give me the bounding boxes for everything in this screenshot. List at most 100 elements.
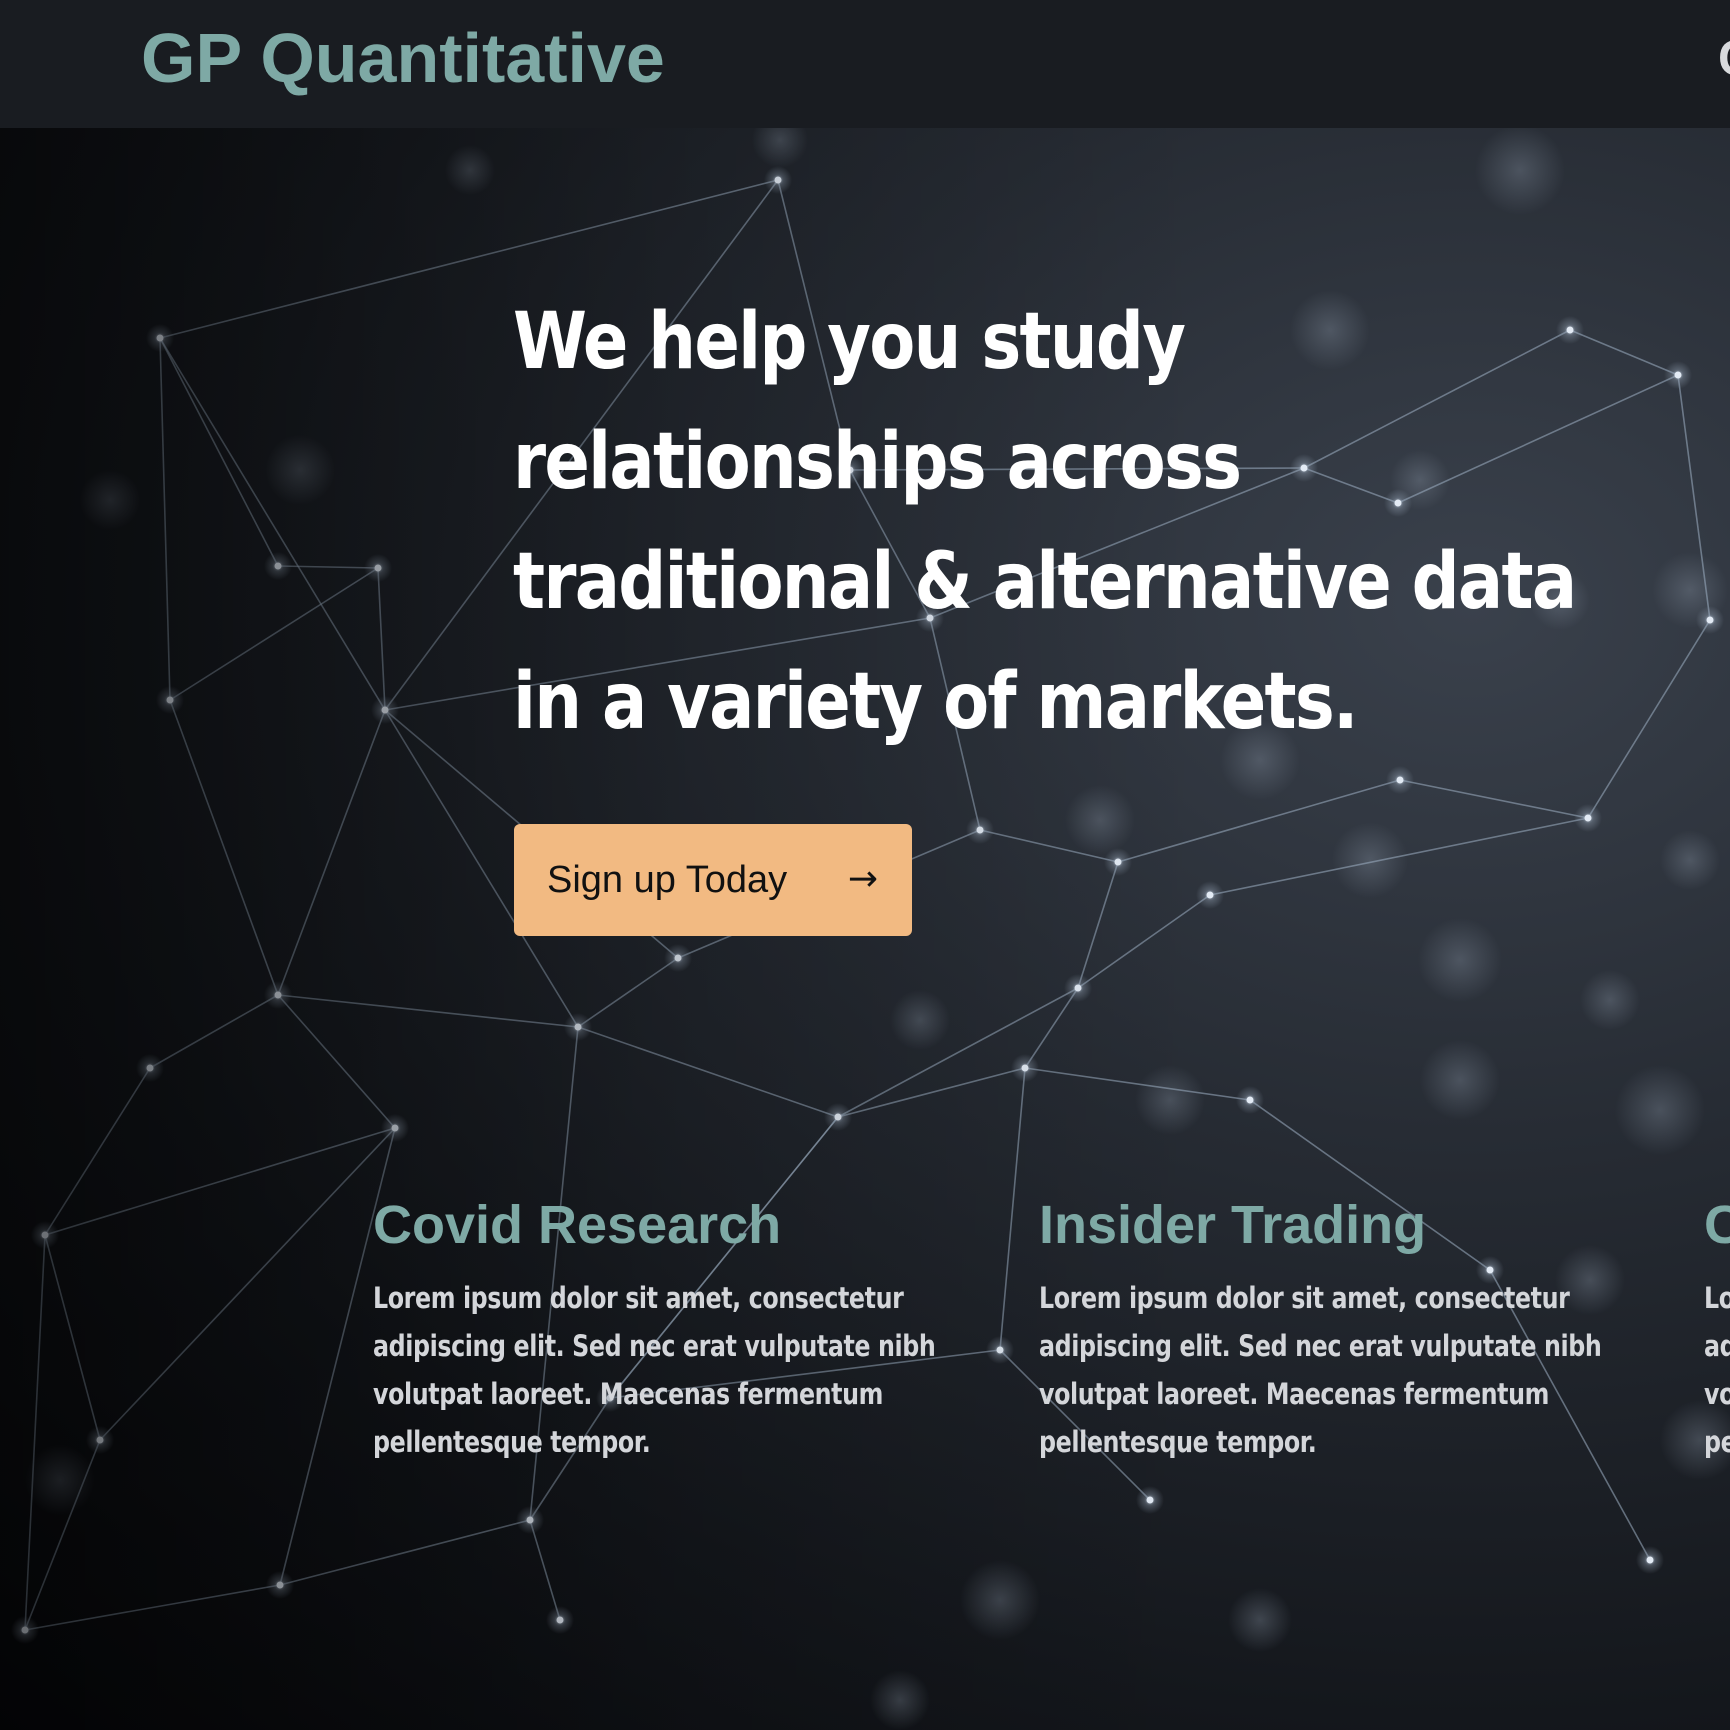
feature-description-line: ad: [1704, 1329, 1730, 1363]
network-edge: [1024, 987, 1079, 1069]
network-edge: [169, 567, 379, 701]
network-edge: [277, 709, 386, 996]
network-edge: [277, 565, 379, 569]
network-node: [1706, 616, 1714, 624]
hero-headline-line: We help you study: [513, 297, 1186, 387]
network-edge: [837, 987, 1079, 1118]
bokeh-light: [1228, 1588, 1292, 1652]
bokeh-light: [80, 470, 140, 530]
feature-description-line: pellentesque tempor.: [373, 1425, 651, 1459]
feature-description-line: Lorem ipsum dolor sit amet, consectetur: [1039, 1281, 1570, 1315]
network-edge: [149, 994, 279, 1069]
bokeh-light: [1420, 1040, 1500, 1120]
feature-covid-research: Covid Research Lorem ipsum dolor sit ame…: [373, 1190, 973, 1466]
network-node: [574, 1023, 582, 1031]
feature-description: Lorem ipsum dolor sit amet, consectetur …: [1039, 1274, 1602, 1466]
network-edge: [44, 1067, 151, 1236]
bokeh-light: [1475, 125, 1565, 215]
feature-title[interactable]: Insider Trading: [1039, 1190, 1639, 1260]
network-edge: [277, 994, 396, 1129]
network-edge: [159, 337, 386, 711]
network-edge: [1077, 894, 1211, 989]
feature-description-line: vo: [1704, 1377, 1730, 1411]
network-edge: [999, 1067, 1026, 1351]
network-node: [146, 1064, 154, 1072]
feature-description-line: volutpat laoreet. Maecenas fermentum: [373, 1377, 884, 1411]
network-node: [21, 1626, 29, 1634]
network-node: [834, 1113, 842, 1121]
network-node: [1021, 1064, 1029, 1072]
hero-headline-line: traditional & alternative data: [513, 537, 1577, 627]
network-edge: [577, 957, 679, 1028]
hero-headline-line: relationships across: [513, 417, 1242, 507]
network-node: [976, 826, 984, 834]
network-node: [1246, 1096, 1254, 1104]
sign-up-button-label: Sign up Today: [547, 858, 788, 901]
network-edge: [24, 1584, 281, 1631]
network-node: [674, 954, 682, 962]
network-node: [774, 176, 782, 184]
network-node: [276, 1581, 284, 1589]
network-node: [1674, 371, 1682, 379]
feature-title[interactable]: C: [1704, 1190, 1730, 1260]
bokeh-light: [1615, 1065, 1705, 1155]
feature-description-line: adipiscing elit. Sed nec erat vulputate …: [1039, 1329, 1602, 1363]
nav-item-partial[interactable]: C: [1718, 28, 1730, 88]
network-node: [41, 1231, 49, 1239]
bokeh-light: [1135, 1065, 1205, 1135]
network-edge: [44, 1127, 396, 1236]
feature-description-line: volutpat laoreet. Maecenas fermentum: [1039, 1377, 1550, 1411]
bokeh-light: [870, 1670, 930, 1730]
network-edge: [577, 1026, 839, 1118]
network-node: [1074, 984, 1082, 992]
network-node: [96, 1436, 104, 1444]
network-node: [1646, 1556, 1654, 1564]
network-edge: [99, 1127, 396, 1441]
bokeh-light: [1332, 822, 1408, 898]
feature-description-line: pe: [1704, 1425, 1730, 1459]
feature-title[interactable]: Covid Research: [373, 1190, 973, 1260]
bokeh-light: [1660, 830, 1720, 890]
network-node: [374, 564, 382, 572]
bokeh-light: [1580, 970, 1640, 1030]
network-edge: [1587, 619, 1711, 819]
bokeh-light: [890, 990, 950, 1050]
feature-description-line: adipiscing elit. Sed nec erat vulputate …: [373, 1329, 936, 1363]
network-node: [996, 1346, 1004, 1354]
sign-up-button[interactable]: Sign up Today →: [514, 824, 912, 936]
landing-page: GP Quantitative C We help you study rela…: [0, 0, 1730, 1730]
network-edge: [279, 1519, 531, 1586]
feature-description-line: Lo: [1704, 1281, 1730, 1315]
network-node: [1146, 1496, 1154, 1504]
feature-description: Lo ad vo pe: [1704, 1274, 1730, 1466]
network-edge: [1397, 374, 1679, 504]
network-edge: [24, 1234, 46, 1631]
bokeh-light: [265, 435, 335, 505]
network-node: [1566, 326, 1574, 334]
brand-logo[interactable]: GP Quantitative: [141, 18, 665, 98]
network-node: [156, 334, 164, 342]
network-node: [1396, 776, 1404, 784]
network-edge: [44, 1234, 101, 1441]
network-node: [391, 1124, 399, 1132]
network-edge: [837, 1067, 1026, 1118]
feature-partial: C Lo ad vo pe: [1704, 1190, 1730, 1466]
network-edge: [1399, 779, 1589, 819]
network-edge: [277, 994, 579, 1028]
feature-description-line: pellentesque tempor.: [1039, 1425, 1317, 1459]
network-node: [166, 696, 174, 704]
right-arrow-icon: →: [847, 858, 878, 900]
feature-insider-trading: Insider Trading Lorem ipsum dolor sit am…: [1039, 1190, 1639, 1466]
bokeh-light: [1065, 785, 1135, 855]
hero-headline: We help you study relationships across t…: [513, 282, 1577, 762]
network-edge: [1569, 329, 1679, 376]
feature-description: Lorem ipsum dolor sit amet, consectetur …: [373, 1274, 936, 1466]
network-node: [556, 1616, 564, 1624]
network-edge: [529, 1519, 561, 1621]
network-node: [274, 562, 282, 570]
network-edge: [377, 567, 386, 711]
network-edge: [1077, 861, 1119, 989]
network-edge: [159, 337, 171, 701]
site-header: GP Quantitative C: [0, 0, 1730, 128]
bokeh-light: [960, 1560, 1040, 1640]
